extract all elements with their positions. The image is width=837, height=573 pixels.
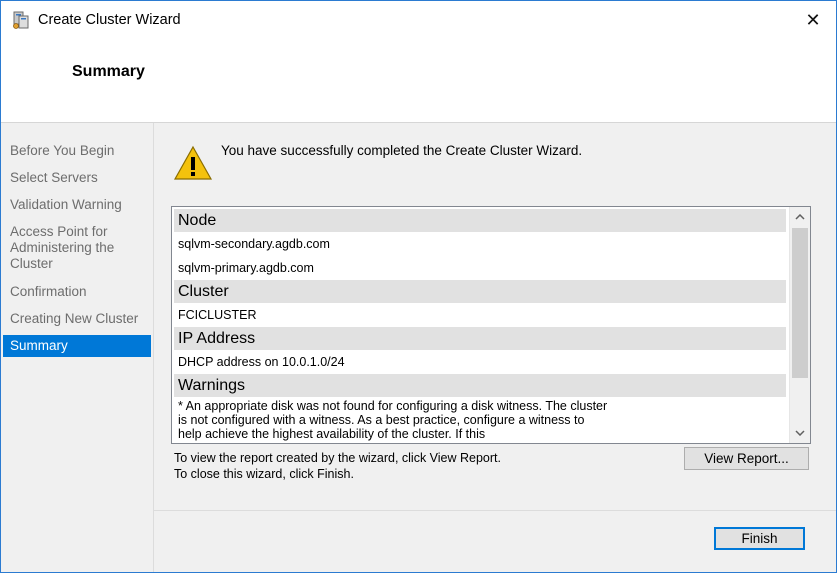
view-report-button[interactable]: View Report... — [684, 447, 809, 470]
nav-step-validation-warning[interactable]: Validation Warning — [3, 197, 151, 213]
close-button[interactable]: ✕ — [790, 1, 836, 39]
title-bar: Create Cluster Wizard ✕ — [1, 1, 836, 41]
nav-step-select-servers[interactable]: Select Servers — [3, 170, 151, 186]
instructions-text: To view the report created by the wizard… — [174, 450, 501, 482]
instruction-finish: To close this wizard, click Finish. — [174, 467, 354, 481]
report-section-header: Cluster — [174, 280, 786, 303]
wizard-window: Create Cluster Wizard ✕ Summary Before Y… — [0, 0, 837, 573]
report-section-header: Warnings — [174, 374, 786, 397]
wizard-steps-nav: Before You Begin Select Servers Validati… — [1, 123, 154, 572]
page-title: Summary — [72, 63, 145, 80]
instruction-view-report: To view the report created by the wizard… — [174, 451, 501, 465]
nav-step-summary[interactable]: Summary — [3, 335, 151, 357]
close-icon: ✕ — [805, 9, 821, 30]
success-message: You have successfully completed the Crea… — [221, 143, 583, 158]
report-row: sqlvm-primary.agdb.com — [178, 261, 314, 275]
report-warning-text: * An appropriate disk was not found for … — [178, 399, 608, 441]
finish-button[interactable]: Finish — [714, 527, 805, 550]
cluster-manager-icon — [13, 11, 29, 29]
warning-icon — [173, 145, 213, 180]
report-row: FCICLUSTER — [178, 308, 257, 322]
summary-report[interactable]: Node sqlvm-secondary.agdb.com sqlvm-prim… — [171, 206, 811, 444]
report-row: DHCP address on 10.0.1.0/24 — [178, 355, 345, 369]
wizard-header: Summary — [1, 41, 836, 123]
nav-step-creating-new-cluster[interactable]: Creating New Cluster — [3, 311, 151, 327]
footer-divider — [154, 510, 836, 511]
nav-step-confirmation[interactable]: Confirmation — [3, 284, 151, 300]
nav-step-access-point[interactable]: Access Point for Administering the Clust… — [3, 224, 123, 272]
window-title: Create Cluster Wizard — [38, 12, 181, 28]
report-scrollbar[interactable] — [789, 207, 810, 443]
scroll-down-icon[interactable] — [790, 423, 810, 443]
scroll-thumb[interactable] — [792, 228, 808, 378]
nav-step-before-you-begin[interactable]: Before You Begin — [3, 143, 151, 159]
scroll-up-icon[interactable] — [790, 207, 810, 227]
report-row: sqlvm-secondary.agdb.com — [178, 237, 330, 251]
report-section-header: IP Address — [174, 327, 786, 350]
wizard-content: You have successfully completed the Crea… — [154, 123, 836, 572]
report-section-header: Node — [174, 209, 786, 232]
